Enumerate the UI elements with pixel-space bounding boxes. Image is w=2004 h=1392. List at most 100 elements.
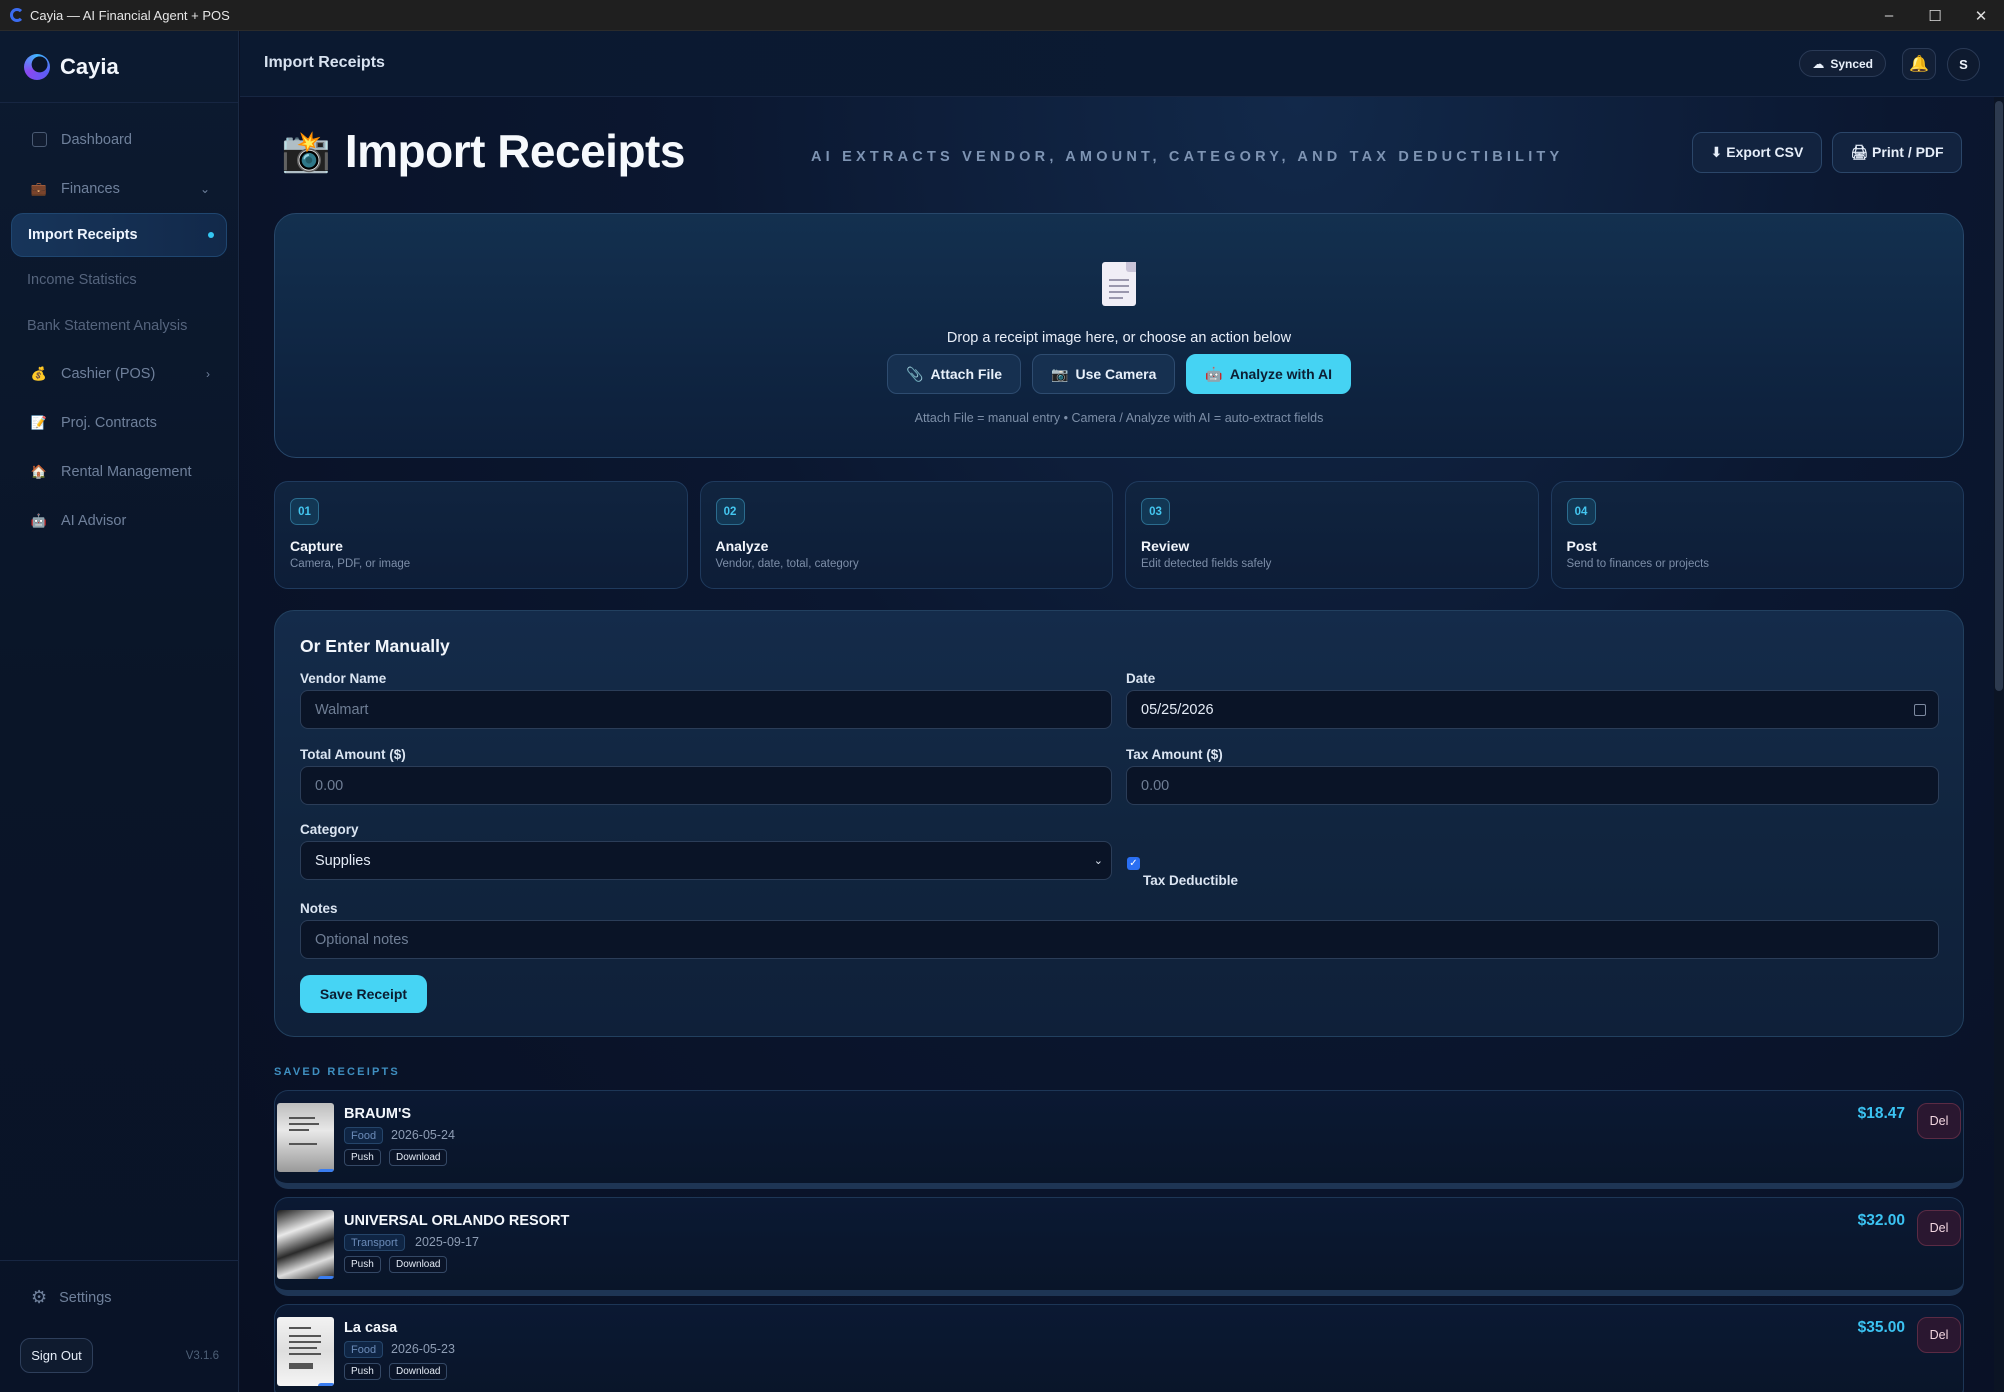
- tax-amount-input[interactable]: 0.00: [1126, 766, 1939, 805]
- download-button[interactable]: Download: [389, 1149, 448, 1166]
- delete-button[interactable]: Del: [1917, 1317, 1961, 1353]
- delete-button[interactable]: Del: [1917, 1210, 1961, 1246]
- window-title: Cayia — AI Financial Agent + POS: [30, 7, 230, 23]
- gear-icon: ⚙: [31, 1287, 48, 1307]
- step-title: Review: [1141, 538, 1190, 554]
- receipt-card[interactable]: ☁ BRAUM'S Food 2026-05-24 Push Download …: [274, 1090, 1964, 1189]
- sidebar-item-proj-contracts[interactable]: 📝 Proj. Contracts: [0, 398, 238, 447]
- receipt-dropzone[interactable]: Drop a receipt image here, or choose an …: [274, 213, 1964, 458]
- push-button[interactable]: Push: [344, 1149, 381, 1166]
- notes-input[interactable]: Optional notes: [300, 920, 1939, 959]
- sidebar-item-label: Income Statistics: [27, 272, 137, 288]
- tax-amount-label: Tax Amount ($): [1126, 747, 1223, 762]
- avatar[interactable]: S: [1947, 48, 1980, 81]
- sidebar-item-bank-statement-analysis[interactable]: Bank Statement Analysis: [0, 303, 238, 349]
- sidebar-nav: Dashboard 💼 Finances ⌄ Import Receipts I…: [0, 103, 238, 545]
- sidebar-item-label: Import Receipts: [28, 227, 138, 243]
- sidebar-item-rental-management[interactable]: 🏠 Rental Management: [0, 447, 238, 496]
- step-title: Post: [1566, 538, 1597, 554]
- main-content: 📸 Import Receipts AI EXTRACTS VENDOR, AM…: [240, 97, 2004, 1392]
- step-card: 02 Analyze Vendor, date, total, category: [699, 481, 1113, 589]
- form-title: Or Enter Manually: [300, 636, 450, 656]
- delete-button[interactable]: Del: [1917, 1103, 1961, 1139]
- attach-file-button[interactable]: 📎 Attach File: [887, 354, 1022, 394]
- receipt-date: 2026-05-24: [391, 1128, 455, 1142]
- category-select[interactable]: Supplies ⌄: [300, 841, 1112, 880]
- use-camera-button[interactable]: 📷 Use Camera: [1032, 354, 1176, 394]
- sync-status-label: Synced: [1830, 56, 1873, 71]
- category-label: Category: [300, 822, 359, 837]
- cloud-icon: ☁: [318, 1169, 334, 1172]
- heading-title: Import Receipts: [344, 125, 686, 177]
- app-logo-icon: [10, 8, 24, 22]
- sidebar-item-label: Cashier (POS): [61, 365, 156, 382]
- sidebar-item-income-statistics[interactable]: Income Statistics: [0, 257, 238, 303]
- total-amount-input[interactable]: 0.00: [300, 766, 1112, 805]
- topbar: Import Receipts ☁ Synced 🔔 S: [240, 31, 2004, 97]
- sidebar-item-ai-advisor[interactable]: 🤖 AI Advisor: [0, 496, 238, 545]
- brand-name: Cayia: [60, 53, 119, 79]
- calendar-icon[interactable]: [1914, 703, 1926, 716]
- brand[interactable]: Cayia: [0, 31, 238, 103]
- minimize-button[interactable]: –: [1866, 0, 1912, 31]
- push-button[interactable]: Push: [344, 1363, 381, 1380]
- saved-receipts-list: ☁ BRAUM'S Food 2026-05-24 Push Download …: [274, 1090, 1964, 1392]
- step-card: 04 Post Send to finances or projects: [1550, 481, 1964, 589]
- sidebar-item-label: Dashboard: [61, 131, 132, 148]
- chevron-down-icon[interactable]: ⌄: [200, 182, 210, 196]
- robot-icon: 🤖: [30, 512, 48, 528]
- close-button[interactable]: ✕: [1958, 0, 2004, 31]
- receipt-card[interactable]: ☁ UNIVERSAL ORLANDO RESORT Transport 202…: [274, 1197, 1964, 1296]
- receipt-card[interactable]: ☁ La casa Food 2026-05-23 Push Download …: [274, 1304, 1964, 1392]
- chevron-down-icon: ⌄: [1093, 855, 1103, 867]
- total-amount-label: Total Amount ($): [300, 747, 406, 762]
- receipt-thumbnail[interactable]: ☁: [277, 1317, 334, 1386]
- sidebar-item-cashier[interactable]: 💰 Cashier (POS) ›: [0, 349, 238, 398]
- bell-icon: 🔔: [1909, 56, 1929, 73]
- step-description: Camera, PDF, or image: [290, 558, 411, 570]
- tax-deductible-checkbox[interactable]: ✓: [1127, 857, 1140, 870]
- sidebar-item-dashboard[interactable]: Dashboard: [0, 115, 238, 164]
- print-pdf-button[interactable]: 🖨 Print / PDF: [1832, 132, 1962, 173]
- use-camera-label: Use Camera: [1075, 366, 1157, 382]
- date-value: 05/25/2026: [1141, 701, 1214, 718]
- analyze-with-ai-button[interactable]: 🤖 Analyze with AI: [1186, 354, 1351, 394]
- date-input[interactable]: 05/25/2026: [1126, 690, 1939, 729]
- push-button[interactable]: Push: [344, 1256, 381, 1273]
- receipt-thumbnail[interactable]: ☁: [277, 1210, 334, 1279]
- heading-subtitle: AI EXTRACTS VENDOR, AMOUNT, CATEGORY, AN…: [811, 149, 1564, 165]
- vendor-label: Vendor Name: [300, 671, 387, 686]
- scrollbar[interactable]: [1994, 97, 2004, 1392]
- export-csv-button[interactable]: ⬇ Export CSV: [1692, 132, 1822, 173]
- chevron-right-icon[interactable]: ›: [206, 367, 210, 381]
- save-receipt-button[interactable]: Save Receipt: [300, 975, 427, 1013]
- document-icon: [1102, 262, 1136, 306]
- sidebar-item-import-receipts[interactable]: Import Receipts: [11, 213, 227, 257]
- sidebar-footer: ⚙ Settings Sign Out V3.1.6: [0, 1260, 239, 1392]
- receipt-date: 2025-09-17: [415, 1235, 479, 1249]
- vendor-name-input[interactable]: Walmart: [300, 690, 1112, 729]
- sidebar-item-finances[interactable]: 💼 Finances ⌄: [0, 164, 238, 213]
- receipt-vendor: La casa: [344, 1320, 398, 1336]
- camera-icon: 📸: [281, 129, 331, 174]
- download-button[interactable]: Download: [389, 1363, 448, 1380]
- receipt-vendor: BRAUM'S: [344, 1106, 412, 1122]
- notifications-button[interactable]: 🔔: [1902, 48, 1936, 80]
- step-number: 03: [1141, 498, 1170, 525]
- download-button[interactable]: Download: [389, 1256, 448, 1273]
- scrollbar-thumb[interactable]: [1995, 101, 2003, 691]
- sidebar-item-label: Finances: [61, 180, 120, 197]
- step-number: 02: [715, 498, 745, 525]
- sign-out-button[interactable]: Sign Out: [20, 1338, 93, 1373]
- sync-status-badge[interactable]: ☁ Synced: [1799, 50, 1886, 77]
- dashboard-icon: [31, 132, 47, 148]
- sidebar-item-settings[interactable]: ⚙ Settings: [31, 1287, 112, 1308]
- receipt-amount: $35.00: [1857, 1319, 1905, 1336]
- maximize-button[interactable]: ☐: [1912, 0, 1958, 31]
- active-indicator-dot: [208, 232, 214, 238]
- receipt-thumbnail[interactable]: ☁: [277, 1103, 334, 1172]
- step-description: Edit detected fields safely: [1141, 558, 1272, 570]
- receipt-amount: $18.47: [1857, 1105, 1905, 1122]
- brand-logo-icon: [24, 53, 50, 80]
- step-description: Vendor, date, total, category: [715, 558, 859, 570]
